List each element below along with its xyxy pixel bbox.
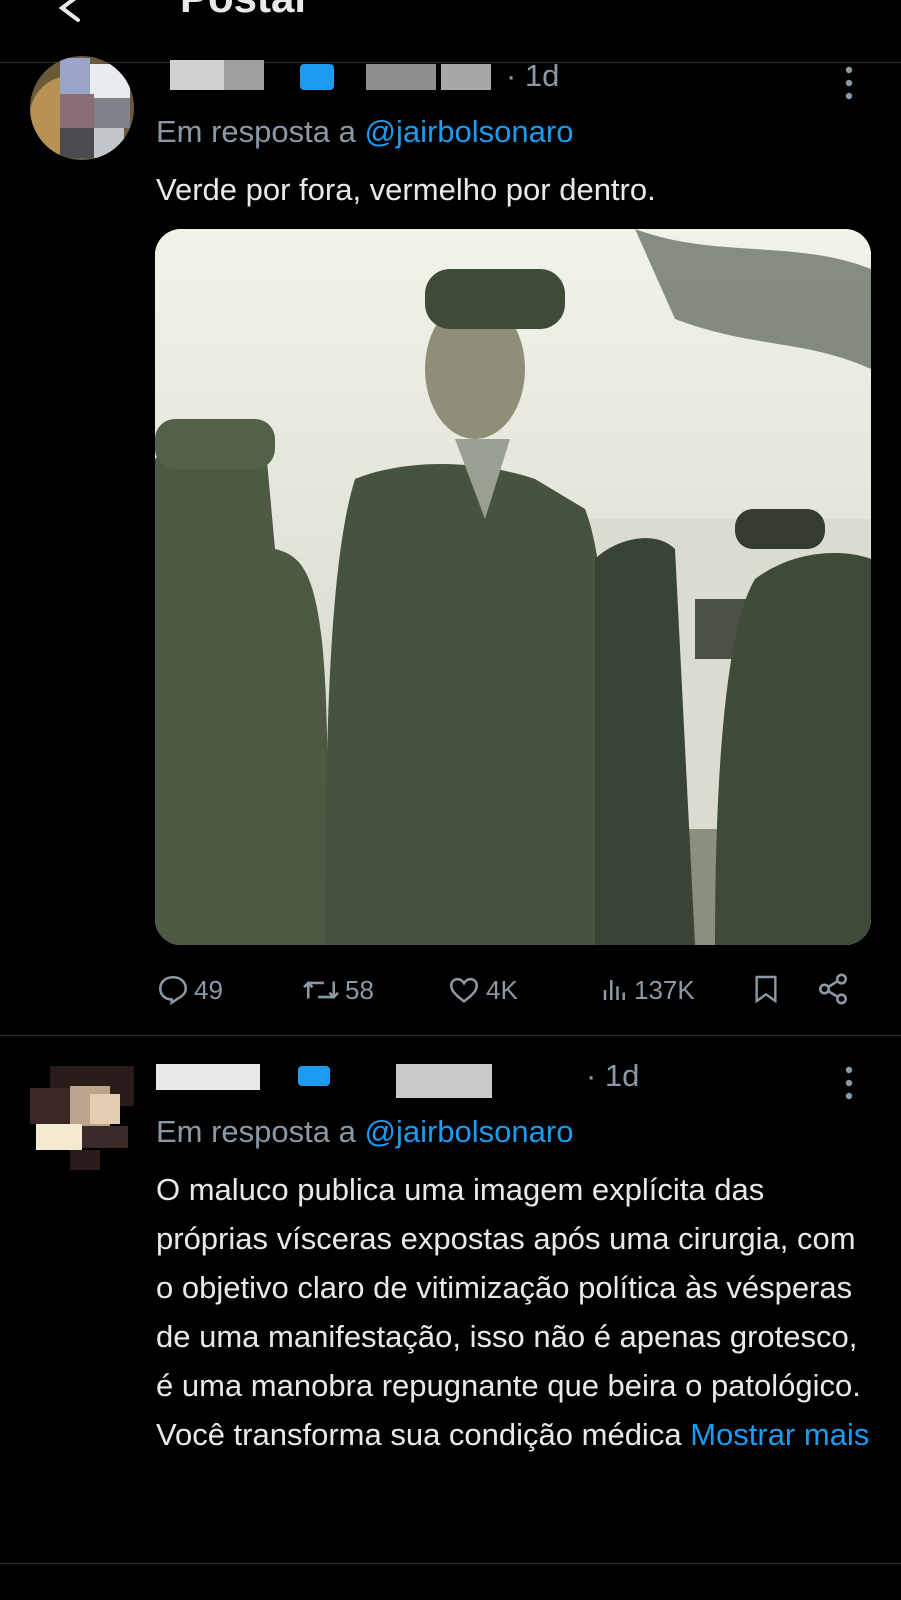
heart-icon (449, 977, 479, 1003)
tweet-divider (0, 1563, 901, 1564)
reply-handle-link[interactable]: @jairbolsonaro (365, 1114, 574, 1149)
tweet-photo[interactable] (155, 229, 871, 945)
reply-prefix: Em resposta a (156, 1114, 356, 1149)
like-count: 4K (486, 974, 518, 1005)
like-button[interactable]: 4K (446, 970, 518, 1010)
bookmark-icon[interactable] (750, 972, 782, 1006)
tweet-text-body: O maluco publica uma imagem explícita da… (156, 1172, 861, 1452)
tweet-text: Verde por fora, vermelho por dentro. (156, 172, 656, 207)
reply-handle-link[interactable]: @jairbolsonaro (365, 114, 574, 149)
retweet-icon (303, 981, 339, 999)
tweet-time[interactable]: · 1d (506, 58, 559, 94)
reply-prefix: Em resposta a (156, 114, 356, 149)
reply-context: Em resposta a @jairbolsonaro (156, 1114, 573, 1150)
tweet-1[interactable]: · 1d Em resposta a @jairbolsonaro Verde … (0, 0, 901, 1015)
avatar[interactable] (30, 56, 134, 160)
tweet-text: O maluco publica uma imagem explícita da… (156, 1165, 871, 1459)
tweet-time[interactable]: · 1d (586, 1058, 639, 1094)
reply-count: 49 (194, 974, 223, 1005)
reply-icon (158, 975, 188, 1006)
views-count: 137K (634, 974, 695, 1005)
avatar[interactable] (30, 1066, 134, 1170)
more-vertical-icon[interactable] (845, 1066, 853, 1100)
reply-context: Em resposta a @jairbolsonaro (156, 114, 573, 150)
author-row: · 1d (156, 56, 756, 96)
more-vertical-icon[interactable] (845, 66, 853, 100)
retweet-count: 58 (345, 974, 374, 1005)
reply-button[interactable]: 49 (156, 970, 223, 1010)
tweet-actions: 49 58 4K 137K (156, 970, 871, 1010)
author-handle[interactable] (366, 64, 436, 90)
author-name[interactable] (156, 1064, 260, 1090)
retweet-button[interactable]: 58 (301, 970, 374, 1010)
verified-badge-icon (300, 64, 334, 90)
views-icon (603, 980, 625, 1000)
author-handle[interactable] (396, 1064, 492, 1098)
views-button[interactable]: 137K (600, 970, 695, 1010)
show-more-link[interactable]: Mostrar mais (690, 1417, 869, 1452)
tweet-2[interactable]: · 1d Em resposta a @jairbolsonaro O malu… (0, 1036, 901, 1566)
verified-badge-icon (298, 1066, 330, 1086)
author-row: · 1d (156, 1056, 756, 1098)
share-icon[interactable] (816, 972, 850, 1006)
